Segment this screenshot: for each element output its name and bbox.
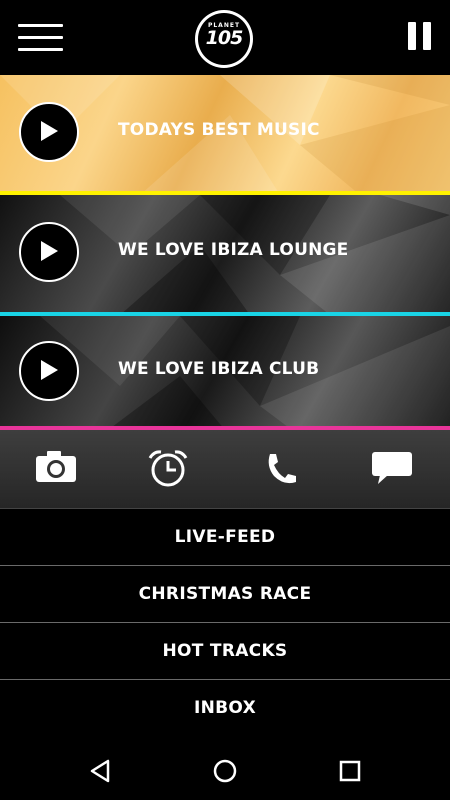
menu-item-live-feed[interactable]: LIVE-FEED bbox=[0, 508, 450, 565]
system-navigation-bar bbox=[0, 740, 450, 800]
main-menu-list: LIVE-FEED CHRISTMAS RACE HOT TRACKS INBO… bbox=[0, 508, 450, 736]
top-bar: PLANET 105 bbox=[0, 0, 450, 75]
camera-icon[interactable] bbox=[34, 448, 78, 488]
play-icon bbox=[41, 121, 58, 141]
home-circle-icon[interactable] bbox=[210, 756, 240, 786]
play-button[interactable] bbox=[19, 341, 79, 401]
station-title: WE LOVE IBIZA CLUB bbox=[118, 359, 320, 379]
station-todays-best-music[interactable]: TODAYS BEST MUSIC bbox=[0, 75, 450, 195]
station-we-love-ibiza-club[interactable]: WE LOVE IBIZA CLUB bbox=[0, 316, 450, 436]
play-icon bbox=[41, 241, 58, 261]
menu-item-inbox[interactable]: INBOX bbox=[0, 679, 450, 736]
phone-icon[interactable] bbox=[258, 448, 302, 488]
play-button[interactable] bbox=[19, 102, 79, 162]
station-title: TODAYS BEST MUSIC bbox=[118, 120, 320, 140]
action-bar bbox=[0, 430, 450, 508]
hamburger-menu-icon[interactable] bbox=[18, 24, 63, 52]
alarm-clock-icon[interactable] bbox=[146, 448, 190, 488]
station-we-love-ibiza-lounge[interactable]: WE LOVE IBIZA LOUNGE bbox=[0, 195, 450, 315]
menu-item-hot-tracks[interactable]: HOT TRACKS bbox=[0, 622, 450, 679]
planet-105-logo: PLANET 105 bbox=[195, 10, 253, 68]
chat-bubble-icon[interactable] bbox=[370, 448, 414, 488]
recents-square-icon[interactable] bbox=[335, 756, 365, 786]
pause-icon[interactable] bbox=[408, 22, 432, 50]
menu-item-christmas-race[interactable]: CHRISTMAS RACE bbox=[0, 565, 450, 622]
back-triangle-icon[interactable] bbox=[86, 756, 116, 786]
play-icon bbox=[41, 360, 58, 380]
station-title: WE LOVE IBIZA LOUNGE bbox=[118, 240, 349, 260]
play-button[interactable] bbox=[19, 222, 79, 282]
logo-main-text: 105 bbox=[205, 27, 244, 49]
